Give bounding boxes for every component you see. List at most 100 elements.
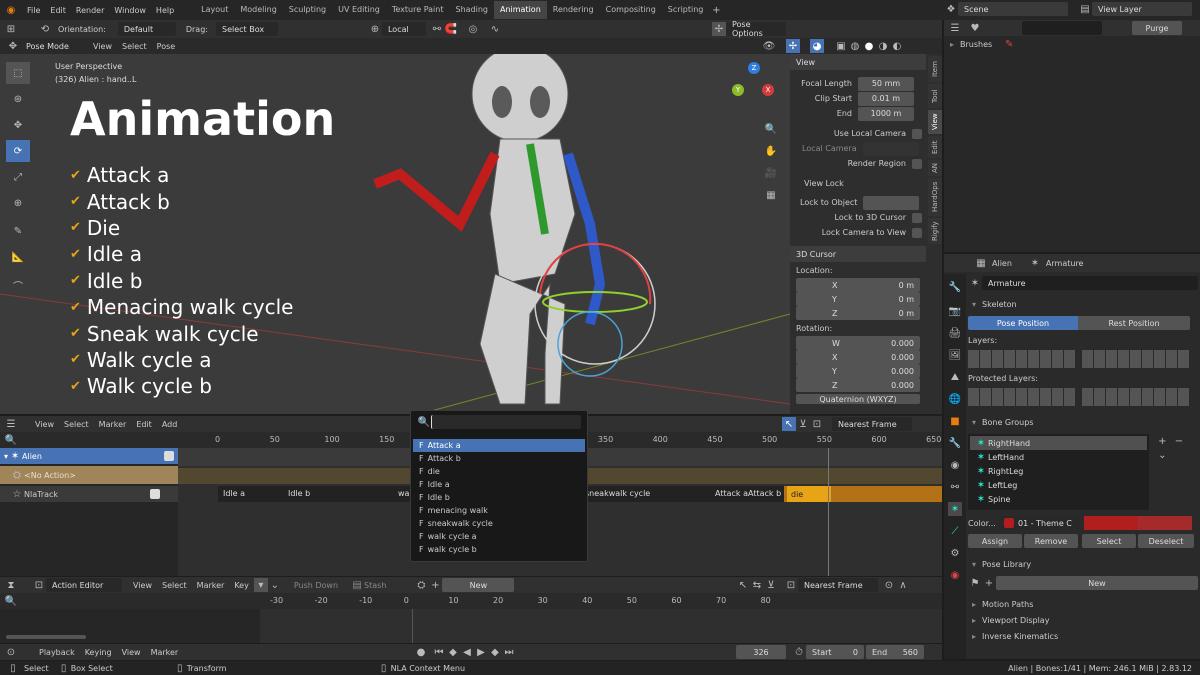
ntab-tool[interactable]: Tool [928, 84, 942, 108]
nla-editor-icon[interactable]: ☰ [4, 417, 18, 431]
tl-menu-keying[interactable]: Keying [80, 648, 117, 657]
ntab-an[interactable]: AN [928, 160, 942, 176]
color-set-select[interactable]: 01 - Theme C [998, 516, 1080, 530]
next-keyframe-icon[interactable]: ◆ [488, 645, 502, 659]
action-editor-mode-select[interactable]: Action Editor [46, 578, 122, 592]
ae-select-icon[interactable]: ↖ [736, 578, 750, 592]
clip-end-field[interactable]: 1000 m [858, 106, 914, 121]
lock-to-cursor-checkbox[interactable] [912, 212, 922, 223]
motion-paths-panel-header[interactable]: Motion Paths [982, 600, 1033, 609]
ntab-rigify[interactable]: Rigify [928, 218, 942, 244]
bone-tab-icon[interactable]: ⟋ [948, 524, 962, 538]
viewport-display-panel-header[interactable]: Viewport Display [982, 616, 1049, 625]
nla-track-nlatrack[interactable]: ☆ NlaTrack [0, 486, 178, 502]
nla-track-alien[interactable]: ▾ ✶ Alien [0, 448, 178, 464]
play-reverse-icon[interactable]: ◀ [460, 645, 474, 659]
nla-select-icon[interactable]: ↖ [782, 417, 796, 431]
nla-snap-icon[interactable]: ⊡ [810, 417, 824, 431]
transform-orientation-icon[interactable]: ⟲ [38, 22, 52, 36]
ae-sync-icon[interactable]: ⇆ [750, 578, 764, 592]
cursor-rz-field[interactable]: Z 0.000 [796, 378, 920, 392]
bone-group-item[interactable]: ✶ RightLeg [970, 464, 1147, 478]
dropdown-action-item[interactable]: F Idle b [413, 491, 585, 504]
cursor-ry-field[interactable]: Y 0.000 [796, 364, 920, 378]
snap-icon[interactable]: 🧲 [444, 22, 458, 36]
link-icon[interactable]: ⚯ [430, 22, 444, 36]
assign-button[interactable]: Assign [968, 534, 1022, 548]
ae-key-area[interactable] [260, 609, 942, 643]
ae-snap-select[interactable]: Nearest Frame [798, 578, 878, 592]
add-workspace-icon[interactable]: + [709, 3, 723, 17]
pan-hand-icon[interactable]: ✋ [764, 144, 778, 158]
rest-position-button[interactable]: Rest Position [1078, 316, 1190, 330]
color-swatch-normal[interactable] [1084, 516, 1138, 530]
view-layer-field[interactable]: View Layer [1092, 2, 1192, 16]
stash-button[interactable]: Stash [364, 581, 386, 590]
zoom-icon[interactable]: 🔍 [764, 122, 778, 136]
bone-group-menu-icon[interactable]: ⌄ [1155, 448, 1169, 462]
ae-menu-view[interactable]: View [128, 581, 157, 590]
tab-animation[interactable]: Animation [493, 1, 547, 19]
bone-groups-panel-header[interactable]: Bone Groups [982, 418, 1033, 427]
outliner-display-icon[interactable]: ♥ [968, 21, 982, 35]
rotation-mode-select[interactable]: Quaternion (WXYZ) [796, 394, 920, 404]
shading-material-icon[interactable]: ◑ [876, 39, 890, 53]
output-tab-icon[interactable]: 🖨 [948, 326, 962, 340]
scene-tab-icon[interactable]: ⛰ [948, 370, 962, 384]
menu-window[interactable]: Window [109, 6, 151, 15]
current-frame-field[interactable]: 326 [736, 645, 786, 659]
color-swatch-select[interactable] [1138, 516, 1192, 530]
tl-menu-marker[interactable]: Marker [146, 648, 184, 657]
brushes-expand-icon[interactable]: ▸ [950, 40, 954, 49]
shading-wire-icon[interactable]: ◍ [848, 39, 862, 53]
proportional-edit-icon[interactable]: ◎ [466, 22, 480, 36]
pose-library-icon[interactable]: ⚑ [968, 576, 982, 590]
nla-track-no-action[interactable]: ⛭ <No Action> [0, 466, 178, 484]
local-camera-field[interactable] [862, 141, 919, 156]
pose-library-panel-header[interactable]: Pose Library [982, 560, 1031, 569]
preview-range-icon[interactable]: ⏱ [792, 645, 806, 659]
dropdown-action-item[interactable]: Fwalk cycle a [413, 530, 585, 543]
jump-start-icon[interactable]: ⏮ [432, 645, 446, 659]
xray-icon[interactable]: ▣ [834, 39, 848, 53]
ae-scrollbar[interactable] [6, 635, 86, 639]
cursor-z-field[interactable]: Z0 m [796, 306, 920, 320]
tool-tab-icon[interactable]: 🔧 [948, 280, 962, 294]
drag-select[interactable]: Select Box [215, 22, 278, 36]
tab-sculpting[interactable]: Sculpting [283, 1, 332, 19]
strip-idle-b[interactable]: Idle b [288, 489, 310, 498]
jump-end-icon[interactable]: ⏭ [502, 645, 516, 659]
pose-options-icon[interactable]: ✢ [711, 22, 726, 36]
strip-idle-a[interactable]: Idle a [223, 489, 245, 498]
render-region-checkbox[interactable] [912, 158, 922, 169]
strip-die[interactable]: die [787, 486, 831, 502]
nla-menu-marker[interactable]: Marker [94, 420, 132, 429]
play-icon[interactable]: ▶ [474, 645, 488, 659]
view-lock-header[interactable]: View Lock [804, 179, 844, 188]
ae-falloff-icon[interactable]: ∧ [896, 578, 910, 592]
ae-snap-icon[interactable]: ⊡ [784, 578, 798, 592]
dropdown-action-item[interactable]: F Idle a [413, 478, 585, 491]
pose-position-button[interactable]: Pose Position [968, 316, 1078, 330]
clip-start-field[interactable]: 0.01 m [858, 91, 914, 106]
layer-grid-right[interactable] [1082, 350, 1190, 368]
ae-proportional-icon[interactable]: ⊙ [882, 578, 896, 592]
shading-solid-icon[interactable]: ● [862, 39, 876, 53]
pivot-icon[interactable]: ⊕ [368, 22, 382, 36]
strip-attack-b[interactable]: Attack b [748, 489, 781, 498]
dropdown-action-item[interactable]: F Attack a [413, 439, 585, 452]
material-tab-icon[interactable]: ◉ [948, 568, 962, 582]
pose-library-new-button[interactable]: New [996, 576, 1198, 590]
dropdown-search-input[interactable] [431, 415, 581, 429]
layer-grid-left[interactable] [968, 350, 1076, 368]
ortho-grid-icon[interactable]: ▦ [764, 188, 778, 202]
visibility-icon[interactable]: 👁 [762, 39, 776, 53]
annotate-tool-icon[interactable]: ✎ [6, 220, 30, 242]
strip-attack-a[interactable]: Attack a [715, 489, 748, 498]
tab-rendering[interactable]: Rendering [547, 1, 600, 19]
armature-data-tab-icon[interactable]: ✶ [948, 502, 962, 516]
dopesheet-editor-icon[interactable]: ⧗ [4, 578, 18, 592]
scale-tool-icon[interactable]: ⤢ [6, 166, 30, 188]
prev-keyframe-icon[interactable]: ◆ [446, 645, 460, 659]
breakdowner-tool-icon[interactable]: ⌒ [6, 274, 30, 296]
